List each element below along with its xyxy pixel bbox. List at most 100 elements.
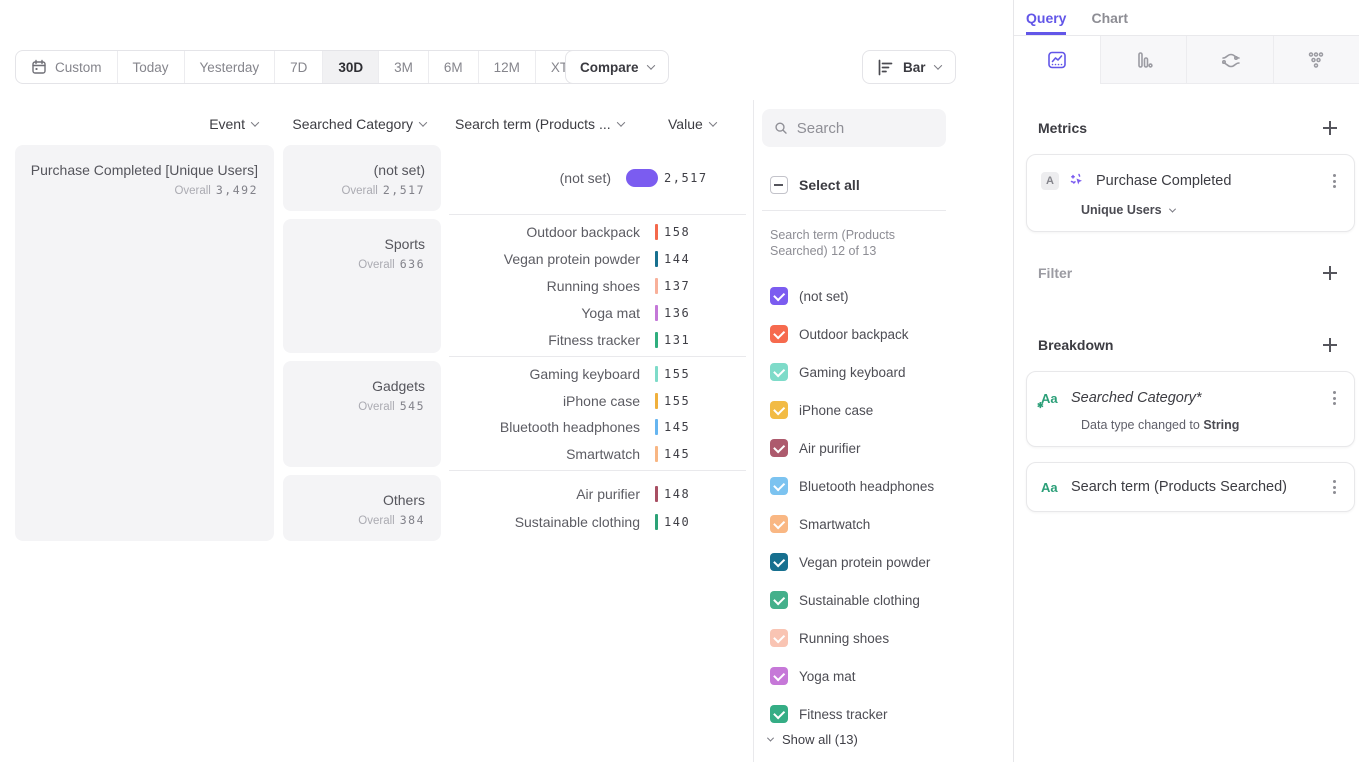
series-label: (not set) (799, 289, 849, 304)
column-header-label: Event (209, 116, 245, 132)
tab-chart[interactable]: Chart (1091, 0, 1128, 35)
series-checkbox[interactable] (770, 591, 788, 609)
chevron-down-icon (1169, 205, 1176, 212)
table-row[interactable]: Yoga mat136 (449, 299, 746, 326)
series-checkbox-row[interactable]: Smartwatch (770, 505, 934, 543)
show-all-toggle[interactable]: Show all (13) (768, 732, 858, 747)
breakdown-menu-button[interactable] (1329, 387, 1340, 409)
series-checkbox[interactable] (770, 553, 788, 571)
series-checkbox[interactable] (770, 667, 788, 685)
metrics-section-header: Metrics (1038, 117, 1341, 139)
breakdown-property-name: Searched Category* (1071, 390, 1319, 406)
tab-funnels[interactable] (1100, 36, 1187, 84)
series-label: Air purifier (799, 441, 861, 456)
value-label: 137 (664, 279, 746, 293)
date-range-6m[interactable]: 6M (428, 51, 478, 83)
series-checkbox-row[interactable]: Outdoor backpack (770, 315, 934, 353)
breakdown-card[interactable]: Aa✱ Searched Category* Data type changed… (1026, 371, 1355, 447)
series-checkbox[interactable] (770, 287, 788, 305)
series-checkbox[interactable] (770, 705, 788, 723)
table-row[interactable]: Air purifier148 (449, 480, 746, 508)
date-range-7d[interactable]: 7D (274, 51, 322, 83)
series-checkbox-row[interactable]: Air purifier (770, 429, 934, 467)
series-checkbox[interactable] (770, 477, 788, 495)
date-range-today[interactable]: Today (117, 51, 184, 83)
chart-type-button[interactable]: Bar (862, 50, 956, 84)
select-all-checkbox[interactable] (770, 176, 788, 194)
date-range-12m[interactable]: 12M (478, 51, 535, 83)
series-checkbox[interactable] (770, 515, 788, 533)
query-builder-panel: Query Chart (1013, 0, 1359, 762)
table-row[interactable]: Sustainable clothing140 (449, 508, 746, 536)
series-checkbox-row[interactable]: Fitness tracker (770, 695, 934, 733)
event-cell[interactable]: Purchase Completed [Unique Users] Overal… (15, 145, 274, 541)
add-metric-button[interactable] (1319, 117, 1341, 139)
date-range-label: 30D (338, 60, 363, 75)
table-row[interactable]: Fitness tracker131 (449, 326, 746, 353)
series-checkbox[interactable] (770, 363, 788, 381)
search-input[interactable] (797, 120, 934, 137)
value-bar (655, 251, 658, 267)
series-checkbox-row[interactable]: Gaming keyboard (770, 353, 934, 391)
term-label: Bluetooth headphones (449, 419, 655, 435)
table-row[interactable]: Smartwatch145 (449, 441, 746, 468)
series-checkbox-row[interactable]: Sustainable clothing (770, 581, 934, 619)
value-label: 136 (664, 306, 746, 320)
column-header-search-term[interactable]: Search term (Products ... (455, 116, 624, 132)
series-checkbox-row[interactable]: (not set) (770, 277, 934, 315)
tab-retention[interactable] (1273, 36, 1359, 84)
column-header-event[interactable]: Event (15, 116, 258, 132)
panel-divider (753, 100, 754, 762)
value-bar (655, 446, 658, 462)
series-checkbox-row[interactable]: iPhone case (770, 391, 934, 429)
date-range-3m[interactable]: 3M (378, 51, 428, 83)
select-all-checkbox-row[interactable]: Select all (770, 176, 860, 194)
series-checkbox-row[interactable]: Vegan protein powder (770, 543, 934, 581)
table-row[interactable]: Vegan protein powder144 (449, 246, 746, 273)
overall-label: Overall (358, 515, 394, 527)
series-checkbox-row[interactable]: Yoga mat (770, 657, 934, 695)
chevron-down-icon (419, 118, 427, 126)
column-header-value[interactable]: Value (668, 116, 716, 132)
category-cell[interactable]: (not set)Overall2,517 (283, 145, 441, 211)
metric-letter-badge: A (1041, 172, 1059, 190)
table-row[interactable]: Gaming keyboard155 (449, 361, 746, 388)
series-checkbox[interactable] (770, 439, 788, 457)
funnel-bars-icon (1132, 49, 1154, 71)
category-cell[interactable]: GadgetsOverall545 (283, 361, 441, 467)
table-row[interactable]: Bluetooth headphones145 (449, 414, 746, 441)
term-label: Smartwatch (449, 446, 655, 462)
series-checkbox[interactable] (770, 325, 788, 343)
column-header-label: Value (668, 116, 703, 132)
add-breakdown-button[interactable] (1319, 334, 1341, 356)
table-row[interactable]: Outdoor backpack158 (449, 219, 746, 246)
add-filter-button[interactable] (1319, 262, 1341, 284)
table-row[interactable]: iPhone case155 (449, 388, 746, 415)
metric-menu-button[interactable] (1329, 170, 1340, 192)
category-cell[interactable]: OthersOverall384 (283, 475, 441, 541)
analytics-report-page: CustomTodayYesterday7D30D3M6M12MXTD Comp… (0, 0, 1359, 762)
breakdown-card[interactable]: Aa Search term (Products Searched) (1026, 462, 1355, 512)
tab-flows[interactable] (1186, 36, 1273, 84)
series-checkbox-row[interactable]: Running shoes (770, 619, 934, 657)
date-range-custom[interactable]: Custom (16, 51, 117, 83)
table-row[interactable]: Running shoes137 (449, 273, 746, 300)
column-header-searched-category[interactable]: Searched Category (283, 116, 426, 132)
series-checkbox[interactable] (770, 629, 788, 647)
tab-query[interactable]: Query (1026, 0, 1066, 35)
modified-asterisk-icon: ✱ (1037, 401, 1044, 410)
series-checkbox-row[interactable]: Bluetooth headphones (770, 467, 934, 505)
metric-card[interactable]: A Purchase Completed Unique Users (1026, 154, 1355, 232)
category-overall: Overall2,517 (291, 183, 425, 197)
category-cell[interactable]: SportsOverall636 (283, 219, 441, 353)
date-range-30d[interactable]: 30D (322, 51, 378, 83)
compare-button[interactable]: Compare (565, 50, 669, 84)
measure-selector[interactable]: Unique Users (1081, 203, 1340, 217)
filter-section-header: Filter (1038, 262, 1341, 284)
breakdown-menu-button[interactable] (1329, 476, 1340, 498)
series-checkbox[interactable] (770, 401, 788, 419)
tab-insights[interactable] (1014, 36, 1100, 84)
table-row[interactable]: (not set)2,517 (449, 164, 746, 192)
date-range-yesterday[interactable]: Yesterday (184, 51, 275, 83)
search-field[interactable] (762, 109, 946, 147)
